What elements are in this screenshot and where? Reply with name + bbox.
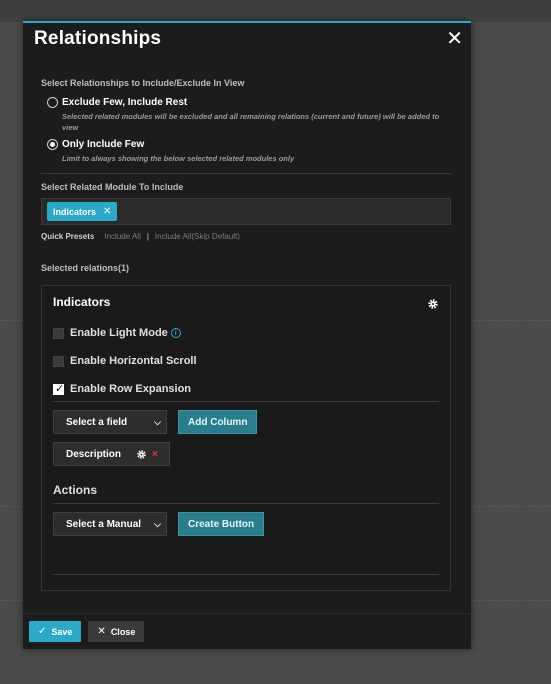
divider [53,401,439,402]
modal-body: Select Relationships to Include/Exclude … [23,55,471,615]
selected-relations-title: Selected relations(1) [41,263,130,273]
option-horizontal-scroll[interactable]: Enable Horizontal Scroll [53,355,439,367]
gear-icon[interactable] [136,449,147,460]
check-icon: ✓ [38,626,47,637]
close-label: Close [110,626,136,637]
radio-label: Only Include Few [62,139,145,150]
panel-title: Indicators [53,295,111,309]
checkbox-label: Enable Row Expansion [70,383,192,395]
manual-select[interactable]: Select a Manual ⌵ [53,512,167,536]
divider [41,173,451,174]
column-chip-label: Description [66,448,122,460]
module-chip: Indicators ✕ [47,202,118,221]
checkbox[interactable] [53,355,64,367]
preset-include-all-link[interactable]: Include All [104,232,140,241]
save-label: Save [51,626,73,637]
create-button[interactable]: Create Button [178,512,265,536]
modal-title: Relationships [34,28,162,49]
add-column-row: Select a field ⌵ Add Column [53,410,439,434]
column-chip: Description × [53,442,170,466]
chevron-down-icon: ⌵ [154,416,161,427]
radio-description: Selected related modules will be exclude… [62,112,440,132]
checkbox[interactable] [53,382,64,395]
radio-exclude-few[interactable]: Exclude Few, Include Rest [41,97,453,108]
chevron-down-icon: ⌵ [154,518,161,529]
chip-label: Indicators [53,206,97,217]
checkbox-label: Enable Light Mode [70,327,168,339]
option-light-mode[interactable]: Enable Light Mode i [53,327,439,339]
radio-only-include-few[interactable]: Only Include Few [41,139,453,150]
save-button[interactable]: ✓ Save [29,621,82,642]
gear-icon[interactable] [427,298,439,310]
modal-footer: ✓ Save ✕ Close [23,613,471,649]
remove-column-icon[interactable]: × [152,449,158,460]
radio-button[interactable] [47,139,58,150]
checkbox-label: Enable Horizontal Scroll [70,355,197,367]
add-column-button[interactable]: Add Column [178,410,258,434]
radio-button[interactable] [47,97,58,108]
quick-presets-label: Quick Presets [41,232,95,241]
actions-title: Actions [53,483,98,497]
manual-select-value: Select a Manual [66,518,142,530]
chip-remove-icon[interactable]: ✕ [103,206,111,217]
field-select-value: Select a field [66,416,128,428]
preset-include-all-skip-link[interactable]: Include All(Skip Default) [155,232,240,241]
field-select[interactable]: Select a field ⌵ [53,410,167,434]
relationships-modal: Relationships ✕ Select Relationships to … [23,21,471,649]
divider [53,574,439,575]
option-row-expansion[interactable]: Enable Row Expansion [53,382,439,395]
info-icon[interactable]: i [170,328,181,338]
relation-panel: Indicators Enable Light Mode i Enable Ho… [41,285,451,591]
radio-label: Exclude Few, Include Rest [62,97,188,108]
close-icon: ✕ [97,626,106,637]
include-section-title: Select Relationships to Include/Exclude … [41,78,245,88]
checkbox[interactable] [53,327,64,339]
preset-separator: | [146,232,149,241]
quick-presets: Quick Presets Include All | Include All(… [41,232,453,241]
close-button[interactable]: ✕ Close [88,621,145,642]
divider [53,503,439,504]
radio-description: Limit to always showing the below select… [62,154,295,163]
module-select-input[interactable]: Indicators ✕ [41,198,451,225]
background-header [0,0,551,22]
modal-header: Relationships ✕ [23,23,471,55]
close-icon[interactable]: ✕ [446,29,463,49]
create-button-row: Select a Manual ⌵ Create Button [53,512,439,536]
related-module-title: Select Related Module To Include [41,182,184,192]
